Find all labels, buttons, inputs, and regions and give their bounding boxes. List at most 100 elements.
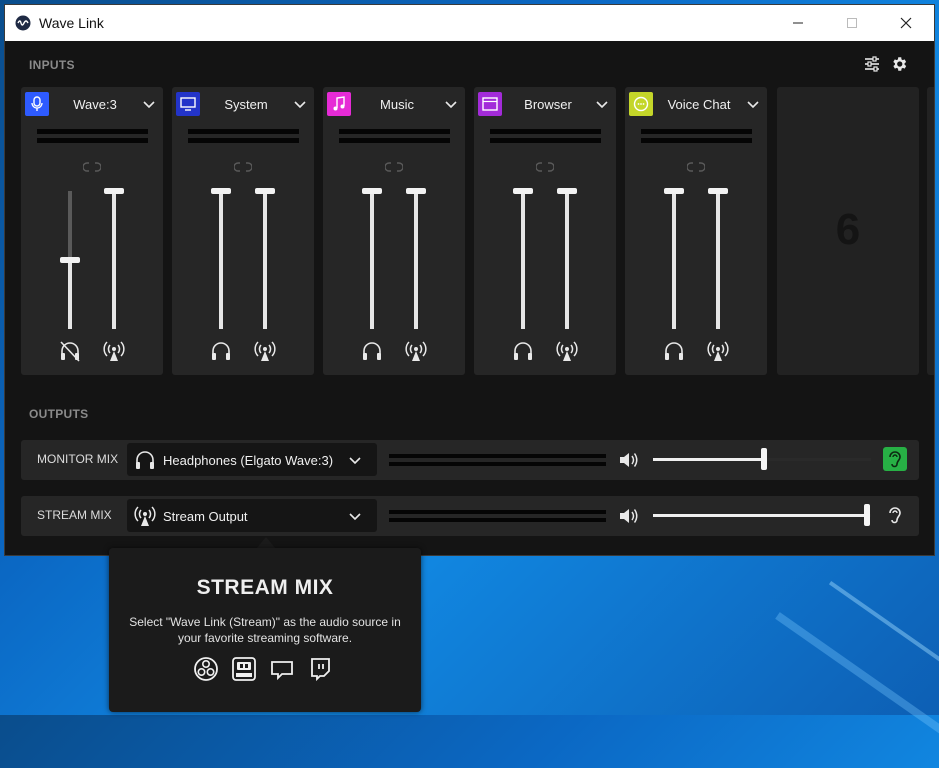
monitor-volume-handle[interactable] bbox=[211, 188, 231, 194]
headphones-icon bbox=[136, 451, 154, 469]
channel-strip: System bbox=[172, 87, 314, 375]
stream-device-select[interactable]: Stream Output bbox=[127, 499, 377, 532]
inputs-section-label: INPUTS bbox=[29, 58, 75, 72]
headphones-icon[interactable] bbox=[662, 339, 686, 363]
monitor-volume-handle[interactable] bbox=[60, 257, 80, 263]
stream-volume-fill bbox=[414, 191, 418, 329]
monitor-volume-handle[interactable] bbox=[513, 188, 533, 194]
link-sliders-icon[interactable] bbox=[234, 161, 252, 173]
channel-header[interactable]: Voice Chat bbox=[629, 91, 763, 117]
stream-volume-slider[interactable] bbox=[565, 191, 569, 329]
monitor-volume-slider[interactable] bbox=[521, 191, 525, 329]
stream-volume-fill bbox=[112, 191, 116, 329]
maximize-button[interactable] bbox=[829, 5, 875, 41]
stream-volume-slider[interactable] bbox=[112, 191, 116, 329]
broadcast-icon[interactable] bbox=[102, 339, 126, 363]
mixer-settings-icon[interactable] bbox=[863, 55, 881, 73]
stream-volume-slider[interactable] bbox=[414, 191, 418, 329]
channel-header[interactable]: Wave:3 bbox=[25, 91, 159, 117]
outputs-section-label: OUTPUTS bbox=[29, 407, 89, 421]
stream-volume-handle[interactable] bbox=[557, 188, 577, 194]
chevron-down-icon[interactable] bbox=[141, 96, 157, 112]
wave-link-logo-icon bbox=[15, 15, 31, 31]
obs-icon[interactable] bbox=[193, 656, 219, 682]
broadcast-icon[interactable] bbox=[706, 339, 730, 363]
speaker-volume-icon[interactable] bbox=[618, 506, 640, 526]
browser-window-icon bbox=[478, 92, 502, 116]
stream-volume-handle[interactable] bbox=[708, 188, 728, 194]
chevron-down-icon[interactable] bbox=[745, 96, 761, 112]
streamlabs-icon[interactable] bbox=[269, 656, 295, 682]
link-sliders-icon[interactable] bbox=[385, 161, 403, 173]
chevron-down-icon[interactable] bbox=[594, 96, 610, 112]
gear-icon[interactable] bbox=[890, 55, 908, 73]
monitor-volume-slider[interactable] bbox=[672, 191, 676, 329]
stream-mix-label: STREAM MIX bbox=[37, 508, 112, 522]
stream-volume-handle[interactable] bbox=[864, 504, 870, 526]
monitor-volume-slider[interactable] bbox=[219, 191, 223, 329]
monitor-mix-label: MONITOR MIX bbox=[37, 452, 119, 466]
channel-strip: Music bbox=[323, 87, 465, 375]
ear-icon bbox=[889, 451, 901, 468]
headphones-icon[interactable] bbox=[209, 339, 233, 363]
stream-volume-fill bbox=[263, 191, 267, 329]
close-icon bbox=[900, 17, 912, 29]
chevron-down-icon bbox=[349, 457, 361, 465]
channel-header[interactable]: System bbox=[176, 91, 310, 117]
stream-volume-handle[interactable] bbox=[406, 188, 426, 194]
stream-volume-fill bbox=[565, 191, 569, 329]
empty-channel-slot[interactable]: 6 bbox=[777, 87, 919, 375]
channel-level-meter bbox=[188, 129, 299, 134]
stream-volume-handle[interactable] bbox=[255, 188, 275, 194]
monitor-volume-fill bbox=[219, 191, 223, 329]
chevron-down-icon bbox=[349, 513, 361, 521]
monitor-volume-slider[interactable] bbox=[370, 191, 374, 329]
link-sliders-icon[interactable] bbox=[83, 161, 101, 173]
broadcast-icon[interactable] bbox=[404, 339, 428, 363]
monitor-volume-handle[interactable] bbox=[362, 188, 382, 194]
empty-slot-number: 6 bbox=[835, 205, 861, 254]
monitor-volume-fill bbox=[68, 260, 72, 329]
broadcast-icon[interactable] bbox=[555, 339, 579, 363]
headphones-icon[interactable] bbox=[360, 339, 384, 363]
twitch-icon[interactable] bbox=[307, 656, 333, 682]
monitor-volume-fill bbox=[370, 191, 374, 329]
empty-channel-slot-partial[interactable] bbox=[927, 87, 934, 375]
monitor-listen-button[interactable] bbox=[883, 447, 907, 471]
channel-strip: Browser bbox=[474, 87, 616, 375]
channel-header[interactable]: Browser bbox=[478, 91, 612, 117]
link-sliders-icon[interactable] bbox=[687, 161, 705, 173]
headphones-muted-icon[interactable] bbox=[58, 339, 82, 363]
channel-level-meter bbox=[490, 129, 601, 134]
minimize-button[interactable] bbox=[775, 5, 821, 41]
stream-volume-slider[interactable] bbox=[716, 191, 720, 329]
chevron-down-icon[interactable] bbox=[443, 96, 459, 112]
channel-level-meter bbox=[490, 138, 601, 143]
close-button[interactable] bbox=[883, 5, 929, 41]
tooltip-body: Select "Wave Link (Stream)" as the audio… bbox=[129, 615, 401, 645]
streamlabs-obs-icon[interactable] bbox=[231, 656, 257, 682]
monitor-volume-handle[interactable] bbox=[664, 188, 684, 194]
stream-volume-slider[interactable] bbox=[653, 514, 871, 517]
headphones-icon[interactable] bbox=[511, 339, 535, 363]
link-sliders-icon[interactable] bbox=[536, 161, 554, 173]
title-bar[interactable]: Wave Link bbox=[5, 5, 934, 41]
stream-volume-slider[interactable] bbox=[263, 191, 267, 329]
channel-header[interactable]: Music bbox=[327, 91, 461, 117]
minimize-icon bbox=[793, 22, 803, 24]
monitor-volume-track-rest bbox=[764, 458, 871, 461]
channel-strip: Wave:3 bbox=[21, 87, 163, 375]
channel-level-meter bbox=[37, 129, 148, 134]
stream-volume-handle[interactable] bbox=[104, 188, 124, 194]
stream-mix-tooltip: STREAM MIX Select "Wave Link (Stream)" a… bbox=[109, 548, 421, 712]
monitor-volume-handle[interactable] bbox=[761, 448, 767, 470]
chevron-down-icon[interactable] bbox=[292, 96, 308, 112]
streaming-app-icons bbox=[193, 656, 333, 682]
broadcast-icon[interactable] bbox=[253, 339, 277, 363]
channel-level-meter bbox=[339, 138, 450, 143]
tooltip-title: STREAM MIX bbox=[196, 576, 334, 599]
app-window: Wave Link INPUTS Wave:3 System Music Browse… bbox=[4, 4, 935, 556]
stream-listen-button[interactable] bbox=[883, 503, 907, 527]
speaker-volume-icon[interactable] bbox=[618, 450, 640, 470]
monitor-device-select[interactable]: Headphones (Elgato Wave:3) bbox=[127, 443, 377, 476]
